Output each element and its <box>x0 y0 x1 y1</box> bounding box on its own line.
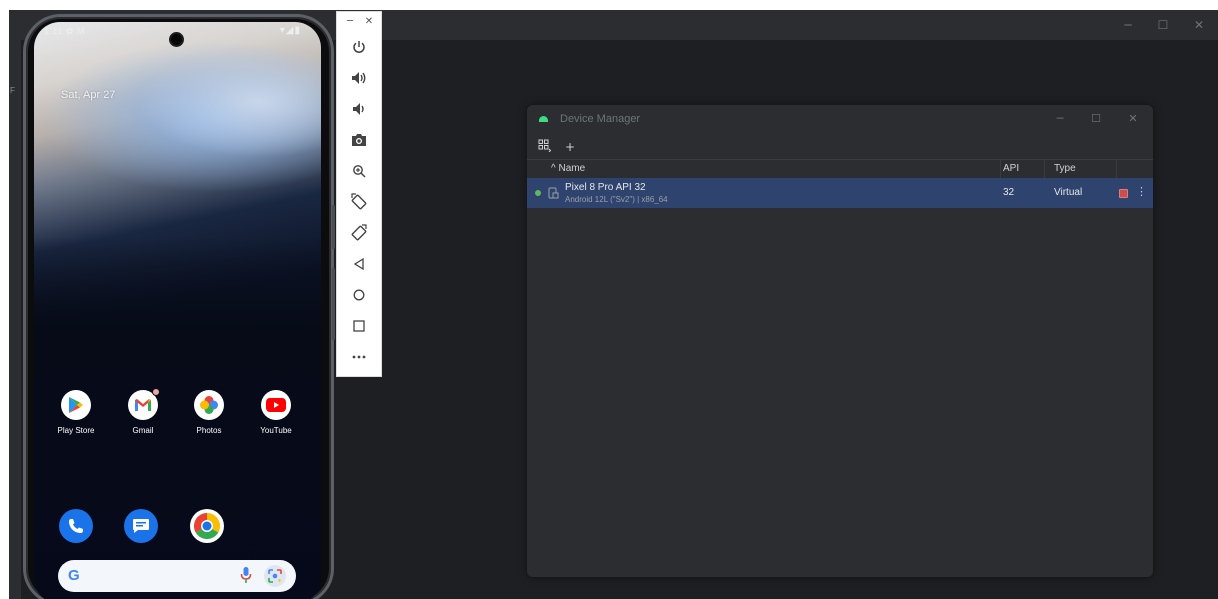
emulator-minimize-icon[interactable]: ─ <box>344 16 356 28</box>
column-separator <box>1116 160 1117 179</box>
device-subtitle: Android 12L ("Sv2") | x86_64 <box>565 195 668 204</box>
rotate-right-icon[interactable] <box>345 220 373 246</box>
play-store-icon <box>61 390 91 420</box>
column-name[interactable]: ^ Name <box>551 163 585 174</box>
phone-screen[interactable]: 1:11 ✿ M ▾◢▮ Sat, Apr 27 Play Store Gmai… <box>34 22 321 599</box>
device-name: Pixel 8 Pro API 32 <box>565 182 646 193</box>
device-manager-window: Device Manager ─ ☐ ✕ + ^ Name API Type P… <box>527 105 1153 577</box>
notification-dot <box>152 388 160 396</box>
stop-device-button[interactable] <box>1119 189 1128 198</box>
status-time: 1:11 ✿ M <box>44 26 85 36</box>
more-icon[interactable] <box>345 344 373 370</box>
device-type: Virtual <box>1054 187 1083 198</box>
ide-left-tool-strip: F <box>9 40 21 599</box>
overview-icon[interactable] <box>345 313 373 339</box>
more-actions-icon[interactable]: ⋮ <box>1136 185 1147 198</box>
desktop: ─ ☐ ✕ F 1:11 ✿ M ▾◢▮ Sat, Apr 27 Play St… <box>0 0 1218 599</box>
camera-cutout <box>169 32 184 47</box>
table-row[interactable]: Pixel 8 Pro API 32 Android 12L ("Sv2") |… <box>527 178 1153 208</box>
google-lens-icon[interactable] <box>264 565 286 587</box>
google-logo: G <box>68 567 80 584</box>
column-separator <box>1044 160 1045 179</box>
app-gmail[interactable]: Gmail <box>116 388 170 435</box>
phone-power-button <box>332 205 335 249</box>
volume-up-icon[interactable] <box>345 65 373 91</box>
back-icon[interactable] <box>345 251 373 277</box>
column-separator <box>1000 160 1001 179</box>
home-icon[interactable] <box>345 282 373 308</box>
app-label: YouTube <box>260 426 292 435</box>
camera-screenshot-icon[interactable] <box>345 127 373 153</box>
power-icon[interactable] <box>345 34 373 60</box>
virtual-device-icon <box>548 186 559 204</box>
device-manager-title-bar[interactable]: Device Manager ─ ☐ ✕ <box>527 105 1153 134</box>
ide-minimize-icon[interactable]: ─ <box>1113 10 1143 40</box>
app-photos[interactable]: Photos <box>182 390 236 435</box>
android-icon <box>539 116 548 122</box>
ide-left-strip-label: F <box>10 86 15 95</box>
microphone-icon[interactable] <box>240 566 252 589</box>
column-api[interactable]: API <box>1003 163 1019 174</box>
phone-volume-button <box>332 268 335 340</box>
dm-maximize-icon[interactable]: ☐ <box>1088 111 1104 127</box>
dm-close-icon[interactable]: ✕ <box>1125 111 1141 127</box>
app-label: Photos <box>196 426 222 435</box>
app-youtube[interactable]: YouTube <box>249 390 303 435</box>
ide-close-icon[interactable]: ✕ <box>1184 10 1214 40</box>
app-label: Play Store <box>57 426 95 435</box>
column-type[interactable]: Type <box>1054 163 1076 174</box>
messages-app-icon[interactable] <box>124 509 158 543</box>
dm-minimize-icon[interactable]: ─ <box>1052 111 1068 127</box>
device-manager-toolbar: + <box>527 135 1153 159</box>
photos-icon <box>194 390 224 420</box>
emulator-close-icon[interactable]: ✕ <box>363 16 375 28</box>
gmail-icon <box>128 388 160 420</box>
app-play-store[interactable]: Play Store <box>49 390 103 435</box>
device-table-header: ^ Name API Type <box>527 159 1153 179</box>
ide-maximize-icon[interactable]: ☐ <box>1148 10 1178 40</box>
status-icons: ▾◢▮ <box>279 25 301 36</box>
home-date[interactable]: Sat, Apr 27 <box>61 89 115 101</box>
volume-down-icon[interactable] <box>345 96 373 122</box>
google-search-bar[interactable]: G <box>58 560 296 592</box>
device-api: 32 <box>1003 187 1015 198</box>
app-label: Gmail <box>132 426 154 435</box>
device-manager-title: Device Manager <box>560 113 641 125</box>
device-list-view-icon[interactable] <box>538 139 552 155</box>
youtube-icon <box>261 390 291 420</box>
emulator-toolbar: ─ ✕ <box>336 11 382 377</box>
rotate-left-icon[interactable] <box>345 189 373 215</box>
zoom-icon[interactable] <box>345 158 373 184</box>
chrome-app-icon[interactable] <box>190 509 224 543</box>
device-running-indicator <box>535 190 541 196</box>
phone-app-icon[interactable] <box>59 509 93 543</box>
add-device-button[interactable]: + <box>565 139 575 155</box>
